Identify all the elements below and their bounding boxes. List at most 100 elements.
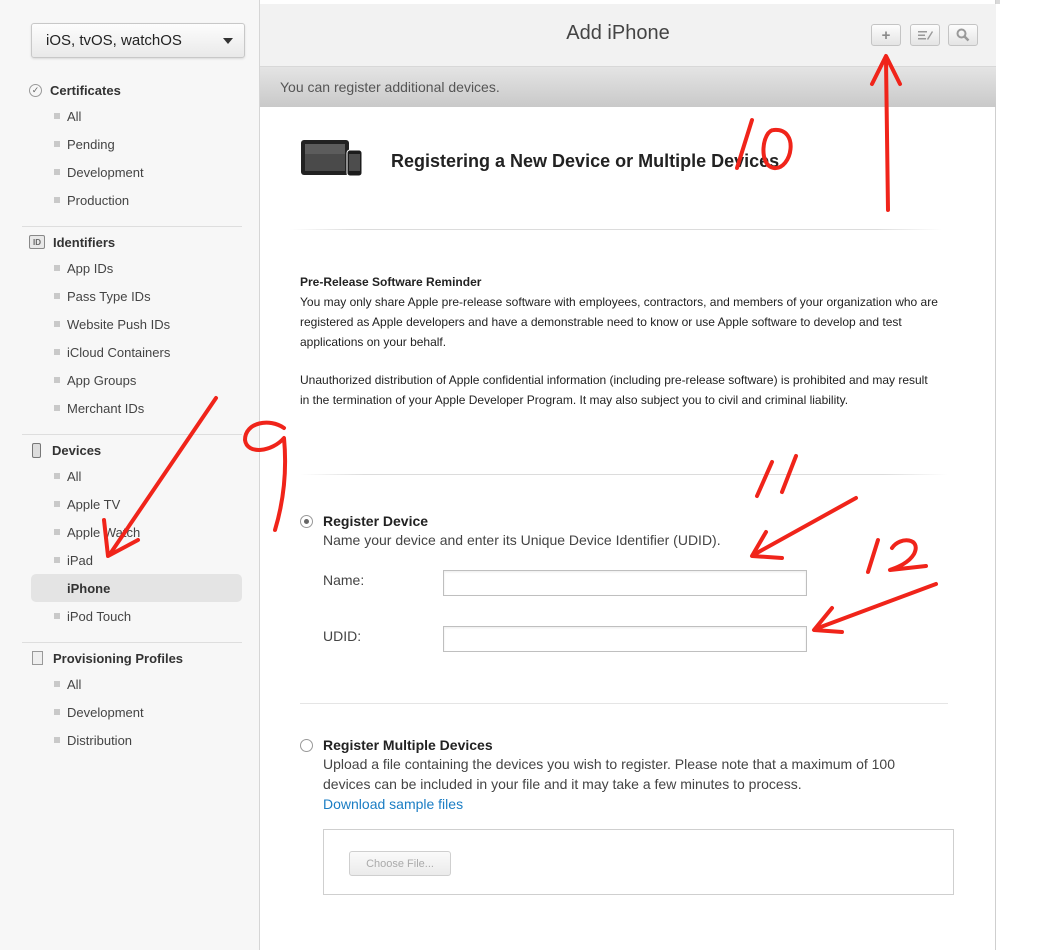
sidebar-item-label: All xyxy=(67,676,82,692)
register-multiple-title: Register Multiple Devices xyxy=(323,737,493,753)
divider xyxy=(300,703,948,704)
bullet-icon xyxy=(54,681,60,687)
divider xyxy=(300,474,948,475)
sidebar-item-label: Distribution xyxy=(67,732,133,748)
bullet-icon xyxy=(54,709,60,715)
sidebar: iOS, tvOS, watchOS ✓ Certificates All Pe… xyxy=(0,0,260,950)
device-name-input[interactable] xyxy=(443,570,807,596)
bullet-icon xyxy=(54,501,60,507)
sidebar-item-label: Development xyxy=(67,164,144,180)
bullet-icon xyxy=(54,321,60,327)
file-upload-area: Choose File... xyxy=(323,829,954,895)
section-title: Identifiers xyxy=(53,234,116,250)
sidebar-item-label: Merchant IDs xyxy=(67,400,145,416)
sidebar-item-certificates-production[interactable]: Production xyxy=(22,186,242,214)
sidebar-item-icloud-containers[interactable]: iCloud Containers xyxy=(22,338,242,366)
section-title: Provisioning Profiles xyxy=(53,650,184,666)
device-udid-input[interactable] xyxy=(443,626,807,652)
section-header-devices[interactable]: Devices xyxy=(22,438,242,462)
sidebar-item-label: iPad xyxy=(67,552,94,568)
sidebar-item-apple-watch[interactable]: Apple Watch xyxy=(22,518,242,546)
section-header-identifiers[interactable]: ID Identifiers xyxy=(22,230,242,254)
chevron-down-icon xyxy=(223,38,233,44)
sidebar-item-profiles-development[interactable]: Development xyxy=(22,698,242,726)
register-multiple-radio[interactable] xyxy=(300,739,313,752)
sidebar-item-merchant-ids[interactable]: Merchant IDs xyxy=(22,394,242,422)
section-divider xyxy=(22,226,242,227)
section-header-certificates[interactable]: ✓ Certificates xyxy=(22,78,242,102)
bullet-icon xyxy=(54,293,60,299)
platform-select[interactable]: iOS, tvOS, watchOS xyxy=(31,23,245,58)
bullet-icon xyxy=(54,141,60,147)
divider xyxy=(290,229,942,230)
bullet-icon xyxy=(54,349,60,355)
bullet-icon xyxy=(54,377,60,383)
section-provisioning-profiles: Provisioning Profiles All Development Di… xyxy=(22,646,242,754)
info-bar: You can register additional devices. xyxy=(260,67,996,107)
sidebar-item-profiles-all[interactable]: All xyxy=(22,670,242,698)
bullet-icon xyxy=(54,405,60,411)
page-title: Add iPhone xyxy=(566,22,670,44)
top-toolbar: Add iPhone + xyxy=(260,4,996,67)
sidebar-item-devices-all[interactable]: All xyxy=(22,462,242,490)
register-device-description: Name your device and enter its Unique De… xyxy=(323,532,721,548)
section-title: Devices xyxy=(52,442,102,458)
reminder-title: Pre-Release Software Reminder xyxy=(300,275,482,289)
section-divider xyxy=(22,642,242,643)
certificate-icon: ✓ xyxy=(29,83,42,97)
sidebar-item-label: Pending xyxy=(67,136,115,152)
sidebar-item-label: All xyxy=(67,468,82,484)
sidebar-item-label: Production xyxy=(67,192,130,208)
reminder-paragraph: You may only share Apple pre-release sof… xyxy=(300,295,938,349)
sidebar-item-iphone[interactable]: iPhone xyxy=(31,574,242,602)
section-devices: Devices All Apple TV Apple Watch iPad iP… xyxy=(22,438,242,630)
section-certificates: ✓ Certificates All Pending Development P… xyxy=(22,78,242,214)
add-button[interactable]: + xyxy=(871,24,901,46)
register-device-title: Register Device xyxy=(323,513,429,529)
sidebar-item-label: Website Push IDs xyxy=(67,316,171,332)
sidebar-item-label: iCloud Containers xyxy=(67,344,171,360)
sidebar-item-label: Apple Watch xyxy=(67,524,141,540)
sidebar-item-certificates-development[interactable]: Development xyxy=(22,158,242,186)
bullet-icon xyxy=(54,113,60,119)
section-divider xyxy=(22,434,242,435)
plus-icon: + xyxy=(881,26,891,44)
sidebar-item-certificates-pending[interactable]: Pending xyxy=(22,130,242,158)
sidebar-item-label: iPhone xyxy=(67,580,111,596)
id-badge-icon: ID xyxy=(29,235,45,249)
document-icon xyxy=(32,651,43,665)
sidebar-item-ipod-touch[interactable]: iPod Touch xyxy=(22,602,242,630)
name-label: Name: xyxy=(323,572,365,588)
sidebar-item-app-groups[interactable]: App Groups xyxy=(22,366,242,394)
sidebar-item-label: iPod Touch xyxy=(67,608,132,624)
sidebar-item-label: Apple TV xyxy=(67,496,121,512)
udid-label: UDID: xyxy=(323,628,362,644)
sidebar-item-label: App Groups xyxy=(67,372,137,388)
download-sample-files-link[interactable]: Download sample files xyxy=(323,796,463,812)
sidebar-item-label: All xyxy=(67,108,82,124)
sidebar-item-certificates-all[interactable]: All xyxy=(22,102,242,130)
page-heading: Registering a New Device or Multiple Dev… xyxy=(391,151,780,171)
bullet-icon xyxy=(54,473,60,479)
main-content: Add iPhone + You can register additional… xyxy=(260,0,996,950)
reminder-paragraph: Unauthorized distribution of Apple confi… xyxy=(300,373,928,407)
section-identifiers: ID Identifiers App IDs Pass Type IDs Web… xyxy=(22,230,242,422)
sidebar-item-profiles-distribution[interactable]: Distribution xyxy=(22,726,242,754)
section-header-provisioning-profiles[interactable]: Provisioning Profiles xyxy=(22,646,242,670)
bullet-icon xyxy=(54,265,60,271)
phone-icon xyxy=(32,442,41,458)
choose-file-button[interactable]: Choose File... xyxy=(349,851,451,876)
bullet-icon xyxy=(54,197,60,203)
pre-release-reminder: Pre-Release Software Reminder You may on… xyxy=(300,272,940,428)
search-button[interactable] xyxy=(948,24,978,46)
edit-icon xyxy=(918,31,933,40)
sidebar-item-website-push-ids[interactable]: Website Push IDs xyxy=(22,310,242,338)
edit-button[interactable] xyxy=(910,24,940,46)
sidebar-item-apple-tv[interactable]: Apple TV xyxy=(22,490,242,518)
devices-illustration-icon xyxy=(301,140,363,177)
sidebar-item-pass-type-ids[interactable]: Pass Type IDs xyxy=(22,282,242,310)
section-title: Certificates xyxy=(50,82,121,98)
sidebar-item-ipad[interactable]: iPad xyxy=(22,546,242,574)
register-device-radio[interactable] xyxy=(300,515,313,528)
sidebar-item-app-ids[interactable]: App IDs xyxy=(22,254,242,282)
